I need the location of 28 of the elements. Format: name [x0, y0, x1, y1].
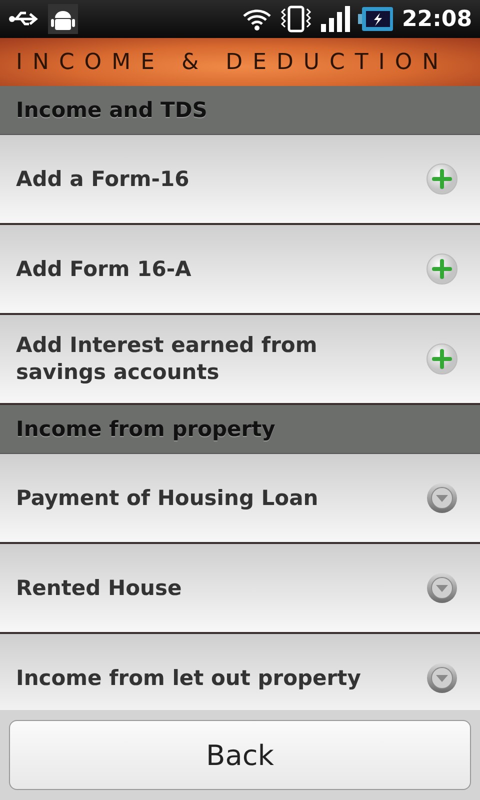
back-button[interactable]: Back [9, 720, 471, 790]
list-item[interactable]: Payment of Housing Loan [0, 454, 480, 544]
wifi-icon [242, 7, 272, 31]
list-item[interactable]: Income from let out property [0, 634, 480, 710]
list-item[interactable]: Rented House [0, 544, 480, 634]
item-label: Income from let out property [16, 664, 362, 692]
add-icon[interactable] [426, 253, 458, 285]
item-label: Add Form 16-A [16, 256, 192, 282]
expand-icon[interactable] [426, 482, 458, 514]
list-item[interactable]: Add Form 16-A [0, 225, 480, 315]
expand-icon[interactable] [426, 662, 458, 694]
battery-icon [358, 6, 394, 32]
signal-icon [320, 6, 350, 32]
item-label: Payment of Housing Loan [16, 484, 320, 512]
android-icon [48, 4, 78, 34]
item-label: Add a Form-16 [16, 166, 190, 192]
item-label: Rented House [16, 574, 183, 602]
add-icon[interactable] [426, 343, 458, 375]
screen-title: INCOME & DEDUCTION [16, 50, 449, 74]
add-icon[interactable] [426, 163, 458, 195]
section-title: Income and TDS [16, 98, 208, 122]
list-item[interactable]: Add Interest earned from savings accounts [0, 315, 480, 405]
list-item[interactable]: Add a Form-16 [0, 135, 480, 225]
item-label: Add Interest earned from savings accounts [16, 332, 318, 386]
vibrate-icon [280, 5, 312, 33]
clock-time: 22:08 [402, 6, 472, 32]
section-title: Income from property [16, 417, 276, 441]
expand-icon[interactable] [426, 572, 458, 604]
